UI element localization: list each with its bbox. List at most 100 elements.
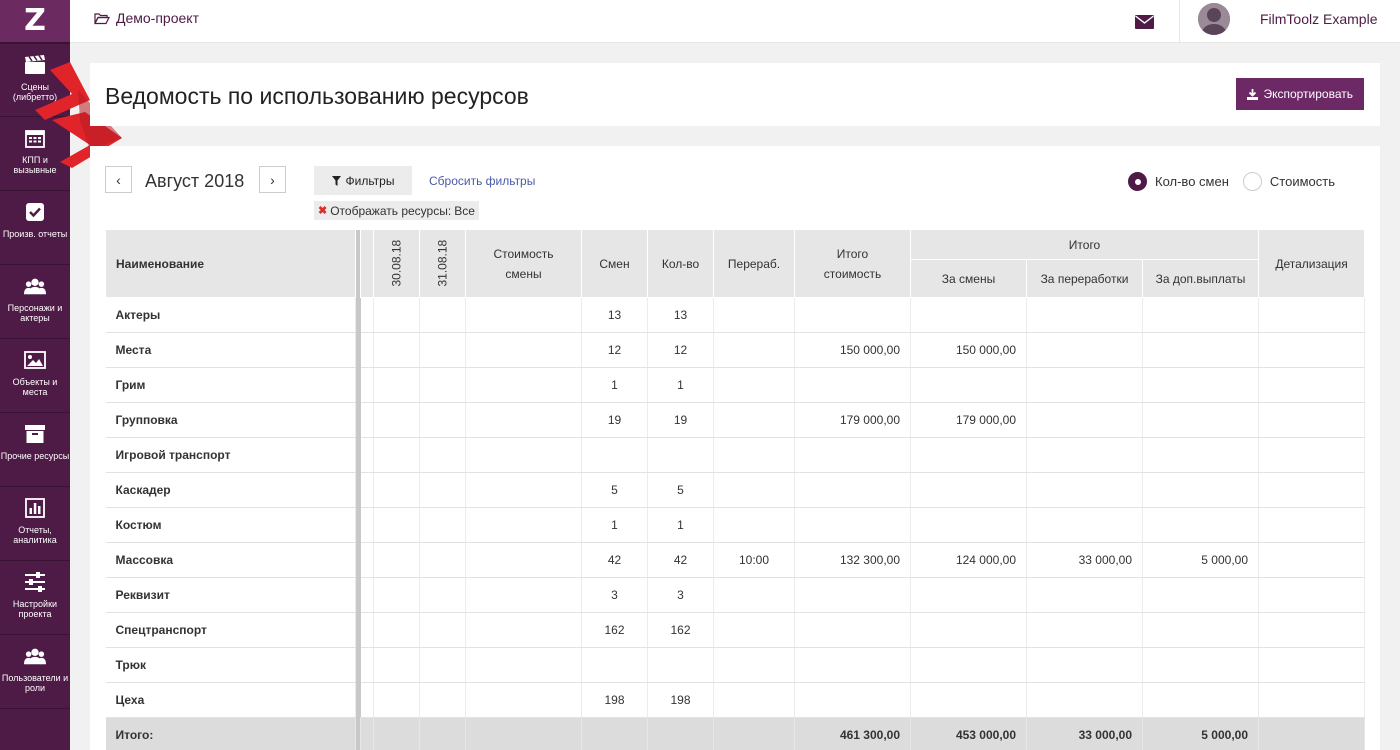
download-icon xyxy=(1247,88,1259,100)
cell-for-shifts: 453 000,00 xyxy=(910,717,1027,750)
cell-qty: 198 xyxy=(647,682,714,718)
radio-shifts[interactable]: Кол-во смен xyxy=(1128,172,1229,191)
table-total-row[interactable]: Итого: 461 300,00 453 000,00 33 000,00 5 000… xyxy=(105,717,1366,750)
cell-date-2 xyxy=(419,717,466,750)
header-for-overtime: За переработки xyxy=(1026,259,1143,298)
reset-filters-link[interactable]: Сбросить фильтры xyxy=(429,174,535,188)
cell-for-extra xyxy=(1142,647,1260,683)
messages-button[interactable] xyxy=(1110,0,1180,43)
table-row[interactable]: Цеха 198 198 xyxy=(105,682,1366,718)
app-logo[interactable]: Z xyxy=(0,0,70,43)
export-button[interactable]: Экспортировать xyxy=(1236,78,1364,110)
sidebar-item-8[interactable]: Пользователи и роли xyxy=(0,635,70,709)
cell-for-overtime xyxy=(1026,367,1143,403)
cell-spacer xyxy=(360,612,374,648)
cell-spacer xyxy=(360,507,374,543)
cell-total-cost: 461 300,00 xyxy=(794,717,911,750)
sidebar-item-4[interactable]: Объекты и места xyxy=(0,339,70,413)
topbar: Демо-проект FilmToolz Example xyxy=(70,0,1400,43)
user-menu[interactable]: FilmToolz Example xyxy=(1198,3,1377,35)
sidebar-item-0[interactable]: Сцены (либретто) xyxy=(0,43,70,117)
cell-for-extra xyxy=(1142,577,1260,613)
cell-name: Итого: xyxy=(105,717,356,750)
cell-total-cost xyxy=(794,297,911,333)
table-row[interactable]: Реквизит 3 3 xyxy=(105,577,1366,613)
cell-qty: 42 xyxy=(647,542,714,578)
cell-for-shifts: 179 000,00 xyxy=(910,402,1027,438)
radio-cost[interactable]: Стоимость xyxy=(1242,172,1335,191)
table-row[interactable]: Места 12 12 150 000,00 150 000,00 xyxy=(105,332,1366,368)
prev-month-button[interactable]: ‹ xyxy=(105,166,132,193)
cell-spacer xyxy=(360,717,374,750)
cell-spacer xyxy=(360,332,374,368)
cell-spacer xyxy=(360,402,374,438)
cell-for-shifts xyxy=(910,612,1027,648)
cell-shifts xyxy=(581,647,648,683)
cell-details xyxy=(1258,577,1366,613)
cell-for-overtime xyxy=(1026,647,1143,683)
cell-qty: 19 xyxy=(647,402,714,438)
table-row[interactable]: Игровой транспорт xyxy=(105,437,1366,473)
header-total-cost: Итого стоимость xyxy=(794,229,911,298)
cell-for-shifts xyxy=(910,297,1027,333)
cell-date-2 xyxy=(419,577,466,613)
sidebar-item-3[interactable]: Персонажи и актеры xyxy=(0,265,70,339)
filters-button[interactable]: Фильтры xyxy=(314,166,412,195)
remove-filter-icon[interactable]: ✖ xyxy=(318,204,327,217)
cell-for-shifts: 150 000,00 xyxy=(910,332,1027,368)
table-row[interactable]: Трюк xyxy=(105,647,1366,683)
cell-spacer xyxy=(360,647,374,683)
cell-name: Массовка xyxy=(105,542,356,578)
sidebar-item-7[interactable]: Настройки проекта xyxy=(0,561,70,635)
date-1-label: 30.08.18 xyxy=(389,239,404,286)
cell-for-overtime xyxy=(1026,332,1143,368)
cell-total-cost xyxy=(794,612,911,648)
cell-details xyxy=(1258,367,1366,403)
cell-overtime xyxy=(713,437,795,473)
cell-for-extra xyxy=(1142,682,1260,718)
cell-for-overtime xyxy=(1026,577,1143,613)
cell-details xyxy=(1258,647,1366,683)
sidebar-item-6[interactable]: Отчеты, аналитика xyxy=(0,487,70,561)
table-row[interactable]: Групповка 19 19 179 000,00 179 000,00 xyxy=(105,402,1366,438)
header-name[interactable]: Наименование xyxy=(105,229,356,298)
table-row[interactable]: Актеры 13 13 xyxy=(105,297,1366,333)
cell-qty: 1 xyxy=(647,367,714,403)
cell-shift-cost xyxy=(465,472,582,508)
project-breadcrumb[interactable]: Демо-проект xyxy=(94,10,199,26)
table-row[interactable]: Костюм 1 1 xyxy=(105,507,1366,543)
next-month-button[interactable]: › xyxy=(259,166,286,193)
cell-total-cost xyxy=(794,507,911,543)
table-row[interactable]: Спецтранспорт 162 162 xyxy=(105,612,1366,648)
cell-date-1 xyxy=(373,717,420,750)
cell-for-overtime: 33 000,00 xyxy=(1026,542,1143,578)
table-row[interactable]: Массовка 42 42 10:00 132 300,00 124 000,00 33 … xyxy=(105,542,1366,578)
calendar-icon xyxy=(24,127,46,149)
cell-qty: 13 xyxy=(647,297,714,333)
sidebar-item-2[interactable]: Произв. отчеты xyxy=(0,191,70,265)
sidebar-item-5[interactable]: Прочие ресурсы xyxy=(0,413,70,487)
cell-date-1 xyxy=(373,367,420,403)
current-month: Август 2018 xyxy=(145,171,245,191)
cell-spacer xyxy=(360,297,374,333)
table-row[interactable]: Грим 1 1 xyxy=(105,367,1366,403)
cell-shifts: 13 xyxy=(581,297,648,333)
cell-for-shifts xyxy=(910,647,1027,683)
display-mode-toggle: Кол-во смен Стоимость xyxy=(1128,172,1335,191)
sidebar-item-1[interactable]: КПП и вызывные xyxy=(0,117,70,191)
header-shifts: Смен xyxy=(581,229,648,298)
cell-shift-cost xyxy=(465,612,582,648)
cell-date-2 xyxy=(419,507,466,543)
table-row[interactable]: Каскадер 5 5 xyxy=(105,472,1366,508)
cell-date-1 xyxy=(373,402,420,438)
header-for-shifts: За смены xyxy=(910,259,1027,298)
cell-shifts: 5 xyxy=(581,472,648,508)
cell-for-extra xyxy=(1142,402,1260,438)
cell-for-overtime xyxy=(1026,437,1143,473)
clapperboard-icon xyxy=(24,54,46,76)
cell-shift-cost xyxy=(465,647,582,683)
header-details: Детализация xyxy=(1258,229,1366,298)
cell-shift-cost xyxy=(465,577,582,613)
cell-date-2 xyxy=(419,297,466,333)
header-overtime: Перераб. xyxy=(713,229,795,298)
